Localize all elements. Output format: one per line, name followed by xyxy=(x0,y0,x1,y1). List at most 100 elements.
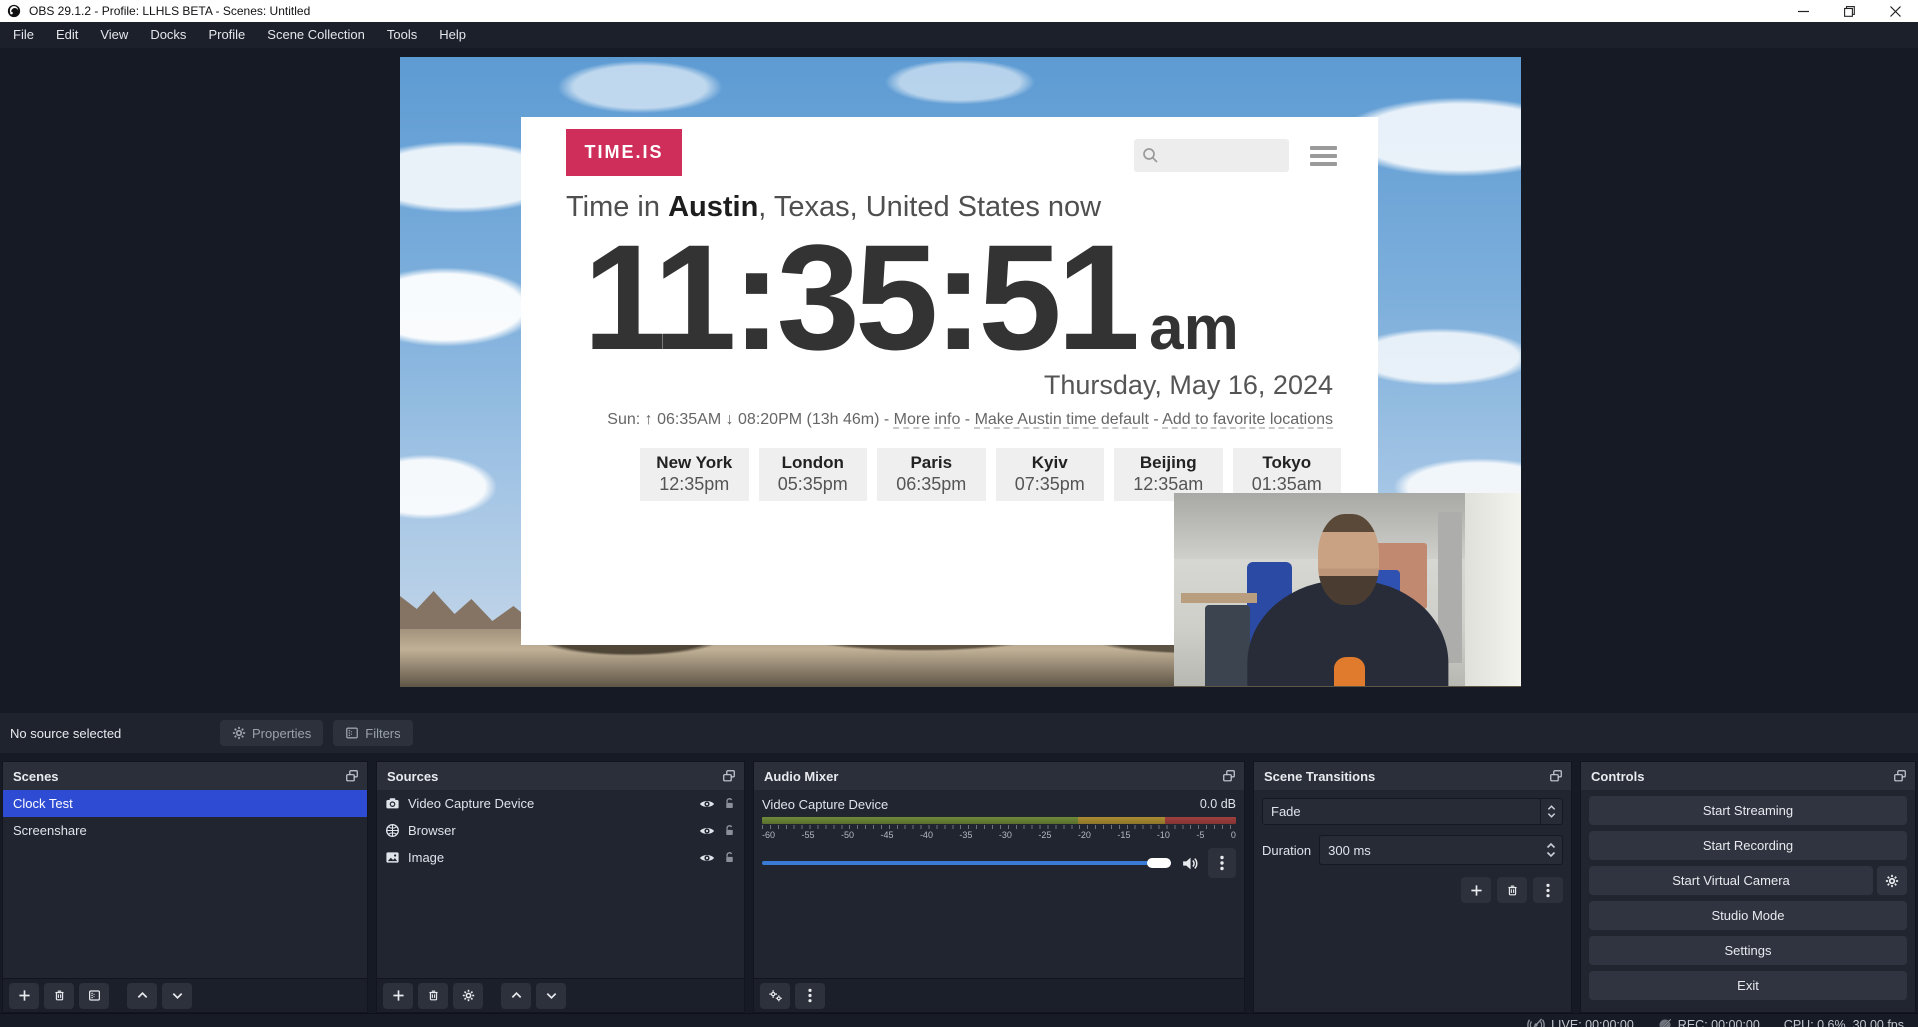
scene-filters-button[interactable] xyxy=(79,983,109,1009)
timeis-logo[interactable]: TIME.IS xyxy=(566,129,682,176)
popout-icon[interactable] xyxy=(722,769,736,783)
visibility-eye-icon[interactable] xyxy=(699,823,715,839)
transition-select[interactable]: Fade xyxy=(1262,798,1563,825)
rec-time: REC: 00:00:00 xyxy=(1678,1018,1760,1027)
volume-meter xyxy=(762,817,1236,824)
duration-up-button[interactable] xyxy=(1546,843,1556,849)
visibility-eye-icon[interactable] xyxy=(699,850,715,866)
settings-button[interactable]: Settings xyxy=(1589,936,1907,965)
volume-slider-handle[interactable] xyxy=(1147,858,1171,868)
popout-icon[interactable] xyxy=(345,769,359,783)
mixer-toolbar xyxy=(754,978,1244,1012)
source-properties-button[interactable] xyxy=(453,983,483,1009)
record-inactive-icon xyxy=(1658,1018,1672,1027)
search-input[interactable] xyxy=(1134,139,1289,172)
visibility-eye-icon[interactable] xyxy=(699,796,715,812)
city-london[interactable]: London05:35pm xyxy=(759,448,868,501)
mixer-header: Audio Mixer xyxy=(754,762,1244,790)
hamburger-menu-icon[interactable] xyxy=(1310,146,1337,166)
menu-profile[interactable]: Profile xyxy=(197,22,256,48)
properties-button[interactable]: Properties xyxy=(220,720,323,746)
popout-icon[interactable] xyxy=(1893,769,1907,783)
add-transition-button[interactable] xyxy=(1461,877,1491,903)
lock-icon[interactable] xyxy=(723,797,736,810)
scene-move-up-button[interactable] xyxy=(127,983,157,1009)
source-move-up-button[interactable] xyxy=(501,983,531,1009)
make-default-link[interactable]: Make Austin time default xyxy=(975,411,1149,428)
city-newyork[interactable]: New York12:35pm xyxy=(640,448,749,501)
city-paris[interactable]: Paris06:35pm xyxy=(877,448,986,501)
start-virtual-camera-button[interactable]: Start Virtual Camera xyxy=(1589,866,1873,895)
webcam-overlay[interactable] xyxy=(1174,493,1521,686)
start-streaming-button[interactable]: Start Streaming xyxy=(1589,796,1907,825)
sources-dock: Sources Video Capture Device Browser xyxy=(376,761,745,1013)
menu-view[interactable]: View xyxy=(89,22,139,48)
sources-toolbar xyxy=(377,978,744,1012)
controls-header: Controls xyxy=(1581,762,1915,790)
scenes-dock: Scenes Clock Test Screenshare xyxy=(2,761,368,1013)
source-item-browser[interactable]: Browser xyxy=(377,817,744,844)
city-kyiv[interactable]: Kyiv07:35pm xyxy=(996,448,1105,501)
obs-window: OBS 29.1.2 - Profile: LLHLS BETA - Scene… xyxy=(0,0,1918,1027)
transition-select-arrows[interactable] xyxy=(1540,799,1562,824)
exit-button[interactable]: Exit xyxy=(1589,971,1907,1000)
scene-item-screenshare[interactable]: Screenshare xyxy=(3,817,367,844)
add-source-button[interactable] xyxy=(383,983,413,1009)
duration-spinbox[interactable]: 300 ms xyxy=(1319,835,1563,865)
scene-item-clock-test[interactable]: Clock Test xyxy=(3,790,367,817)
transition-menu-button[interactable] xyxy=(1533,877,1563,903)
add-scene-button[interactable] xyxy=(9,983,39,1009)
transitions-header: Scene Transitions xyxy=(1254,762,1571,790)
menu-docks[interactable]: Docks xyxy=(139,22,197,48)
sources-header: Sources xyxy=(377,762,744,790)
more-info-link[interactable]: More info xyxy=(894,411,961,428)
window-title: OBS 29.1.2 - Profile: LLHLS BETA - Scene… xyxy=(29,4,310,18)
restore-button[interactable] xyxy=(1826,0,1872,22)
duration-down-button[interactable] xyxy=(1546,851,1556,857)
meter-tick-marks xyxy=(762,825,1236,829)
virtual-camera-config-button[interactable] xyxy=(1877,866,1907,895)
scene-move-down-button[interactable] xyxy=(162,983,192,1009)
volume-slider[interactable] xyxy=(762,861,1171,865)
filters-button[interactable]: Filters xyxy=(333,720,412,746)
menubar: File Edit View Docks Profile Scene Colle… xyxy=(0,22,1918,48)
clock-display: 11:35:51 am xyxy=(583,213,1239,381)
lock-icon[interactable] xyxy=(723,851,736,864)
clock-time: 11:35:51 xyxy=(583,213,1135,381)
controls-dock: Controls Start Streaming Start Recording… xyxy=(1580,761,1916,1013)
advanced-audio-button[interactable] xyxy=(760,983,790,1009)
source-item-image[interactable]: Image xyxy=(377,844,744,871)
obs-logo-icon xyxy=(7,4,21,18)
preview-area: TIME.IS Time in Austin, Texas, United St… xyxy=(0,48,1918,705)
gear-icon xyxy=(232,726,246,740)
remove-transition-button[interactable] xyxy=(1497,877,1527,903)
camera-icon xyxy=(385,796,400,811)
mixer-menu-button[interactable] xyxy=(795,983,825,1009)
source-move-down-button[interactable] xyxy=(536,983,566,1009)
menu-tools[interactable]: Tools xyxy=(376,22,428,48)
person-head xyxy=(1318,514,1379,605)
preview-canvas[interactable]: TIME.IS Time in Austin, Texas, United St… xyxy=(400,57,1521,687)
menu-file[interactable]: File xyxy=(2,22,45,48)
stream-inactive-icon xyxy=(1527,1018,1545,1027)
source-item-video-capture[interactable]: Video Capture Device xyxy=(377,790,744,817)
scenes-toolbar xyxy=(3,978,367,1012)
popout-icon[interactable] xyxy=(1222,769,1236,783)
filter-icon xyxy=(345,726,359,740)
minimize-button[interactable] xyxy=(1780,0,1826,22)
favorite-link[interactable]: Add to favorite locations xyxy=(1162,411,1333,428)
lock-icon[interactable] xyxy=(723,824,736,837)
start-recording-button[interactable]: Start Recording xyxy=(1589,831,1907,860)
remove-scene-button[interactable] xyxy=(44,983,74,1009)
close-button[interactable] xyxy=(1872,0,1918,22)
menu-scene-collection[interactable]: Scene Collection xyxy=(256,22,376,48)
docks-row: Scenes Clock Test Screenshare Sources xyxy=(0,761,1918,1013)
remove-source-button[interactable] xyxy=(418,983,448,1009)
studio-mode-button[interactable]: Studio Mode xyxy=(1589,901,1907,930)
audio-mixer-dock: Audio Mixer Video Capture Device 0.0 dB … xyxy=(753,761,1245,1013)
channel-menu-button[interactable] xyxy=(1208,848,1236,878)
menu-help[interactable]: Help xyxy=(428,22,477,48)
popout-icon[interactable] xyxy=(1549,769,1563,783)
menu-edit[interactable]: Edit xyxy=(45,22,89,48)
speaker-icon[interactable] xyxy=(1181,855,1198,872)
